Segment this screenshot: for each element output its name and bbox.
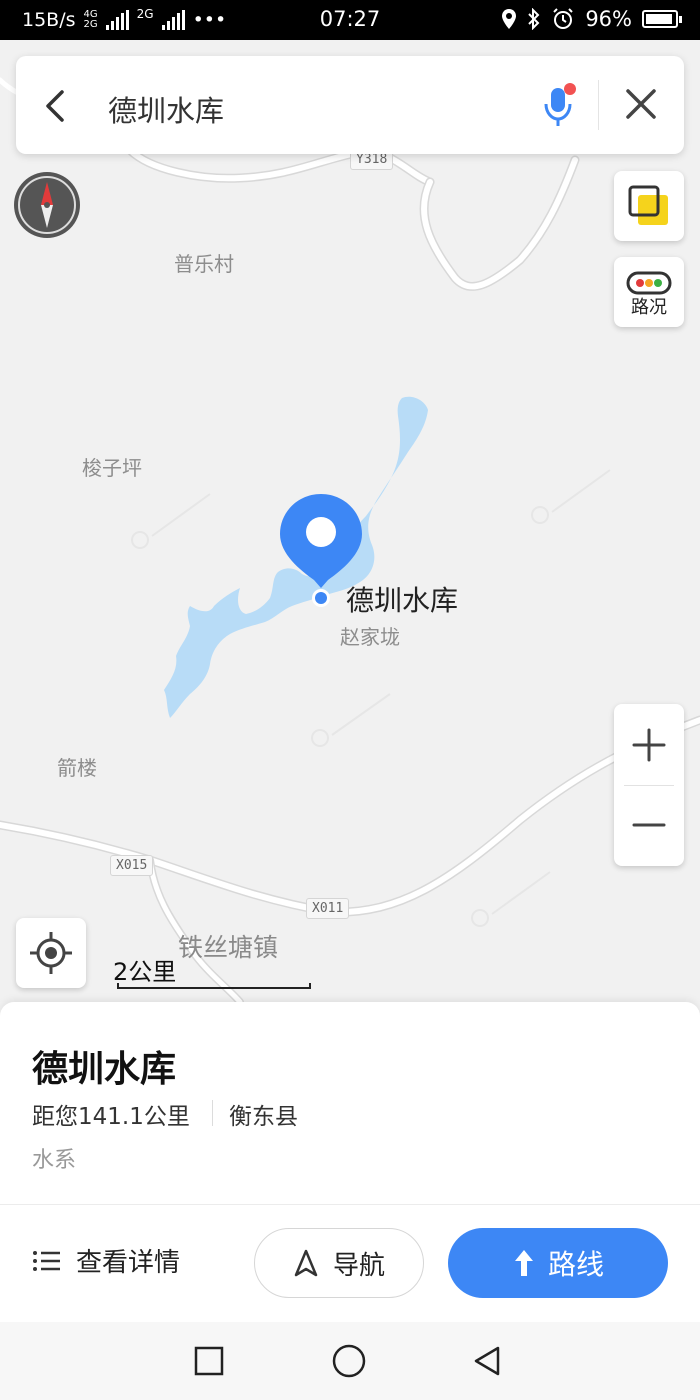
microphone-icon[interactable] xyxy=(542,82,576,128)
route-button[interactable]: 路线 xyxy=(448,1228,668,1298)
search-bar[interactable]: 德圳水库 xyxy=(16,56,684,154)
close-icon[interactable] xyxy=(623,86,659,122)
scale-bar xyxy=(117,983,311,989)
scale-label: 2公里 xyxy=(113,958,177,986)
place-pule: 普乐村 xyxy=(174,252,234,276)
place-jianlou: 箭楼 xyxy=(57,756,97,780)
system-nav-bar xyxy=(0,1322,700,1400)
navigate-button[interactable]: 导航 xyxy=(254,1228,424,1298)
status-bar: 15B/s 4G 2G 2G ••• 07:27 96% xyxy=(0,0,700,40)
search-divider xyxy=(598,80,599,130)
info-separator xyxy=(212,1100,213,1126)
locate-button[interactable] xyxy=(16,918,86,988)
zoom-out-icon[interactable] xyxy=(614,785,684,866)
back-arrow-icon[interactable] xyxy=(42,88,72,124)
battery-percent: 96% xyxy=(585,7,632,31)
poi-county: 衡东县 xyxy=(229,1104,298,1130)
place-town: 铁丝塘镇 xyxy=(178,933,279,962)
battery-icon xyxy=(642,10,682,28)
poi-distance: 距您141.1公里 xyxy=(32,1104,190,1130)
list-icon xyxy=(33,1250,60,1271)
layers-button[interactable] xyxy=(614,171,684,241)
route-arrow-icon xyxy=(514,1250,533,1276)
place-suoziping: 梭子坪 xyxy=(82,456,142,480)
crosshair-icon xyxy=(30,932,72,974)
layers-icon xyxy=(628,185,668,225)
place-zhaojialong: 赵家垅 xyxy=(340,625,400,649)
traffic-label: 路况 xyxy=(631,297,667,318)
location-icon xyxy=(502,9,517,29)
zoom-in-icon[interactable] xyxy=(614,704,684,785)
details-button[interactable]: 查看详情 xyxy=(32,1242,180,1279)
details-label: 查看详情 xyxy=(76,1248,181,1278)
alarm-icon xyxy=(553,8,574,29)
compass-icon[interactable] xyxy=(12,170,82,240)
search-query[interactable]: 德圳水库 xyxy=(108,88,224,130)
navigate-label: 导航 xyxy=(332,1250,385,1281)
bluetooth-icon xyxy=(528,8,540,30)
zoom-controls xyxy=(614,704,684,866)
back-triangle-icon[interactable] xyxy=(472,1346,502,1376)
traffic-button[interactable]: 路况 xyxy=(614,257,684,327)
recents-square-icon[interactable] xyxy=(194,1346,224,1376)
poi-title: 德圳水库 xyxy=(32,1049,177,1090)
poi-sheet: 德圳水库 距您141.1公里 衡东县 水系 查看详情 导航 路线 xyxy=(0,1002,700,1322)
road-tag-x011: X011 xyxy=(306,898,350,919)
poi-category: 水系 xyxy=(32,1148,77,1173)
route-label: 路线 xyxy=(547,1248,604,1281)
sheet-divider xyxy=(0,1204,700,1205)
navigation-arrow-icon xyxy=(294,1249,318,1277)
home-circle-icon[interactable] xyxy=(332,1344,366,1378)
road-tag-x015: X015 xyxy=(110,855,154,876)
map-pin-icon[interactable] xyxy=(278,492,364,592)
marker-label: 德圳水库 xyxy=(346,584,459,617)
